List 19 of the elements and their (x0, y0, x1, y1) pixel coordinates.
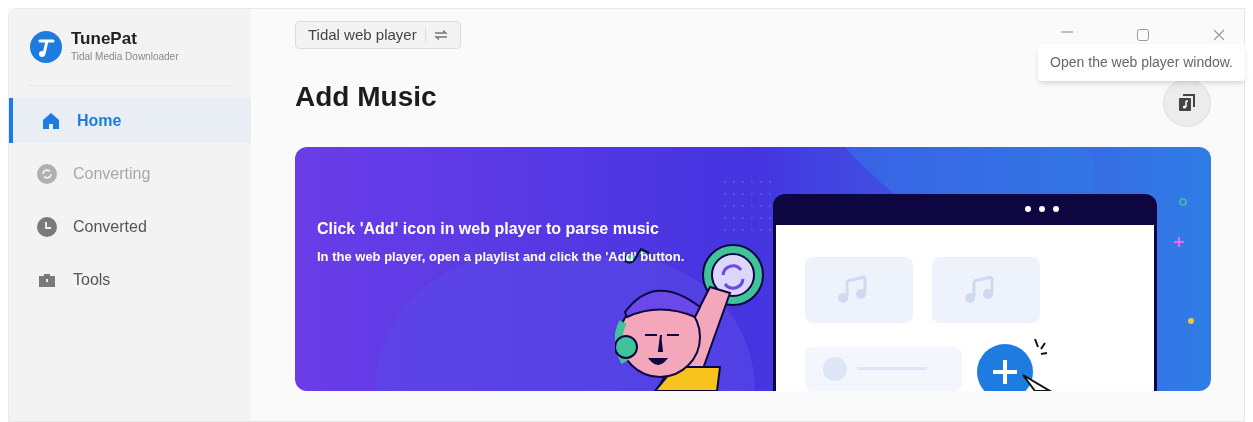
swap-arrows-icon (433, 30, 448, 40)
source-switch-button[interactable]: Tidal web player (295, 21, 461, 49)
sidebar-item[interactable]: Tools (9, 257, 251, 302)
clock-icon (37, 216, 57, 237)
refresh-icon (37, 163, 57, 184)
page-title: Add Music (295, 80, 437, 114)
app-name: TunePat (71, 29, 138, 49)
app-logo-icon (29, 30, 63, 64)
sidebar-item[interactable]: Converted (9, 204, 251, 249)
app-subtitle: Tidal Media Downloader (71, 50, 179, 64)
home-icon (41, 110, 61, 131)
music-window-icon (1177, 93, 1197, 113)
banner-heading: Click 'Add' icon in web player to parse music (317, 219, 660, 239)
banner-text: In the web player, open a playlist and click the 'Add' button. (317, 249, 686, 265)
sidebar-item[interactable]: Home (9, 98, 251, 143)
maximize-icon[interactable] (1137, 29, 1149, 41)
open-web-player-button[interactable] (1163, 79, 1211, 127)
close-icon[interactable] (1213, 29, 1225, 41)
tooltip: Open the web player window. (1038, 44, 1245, 81)
